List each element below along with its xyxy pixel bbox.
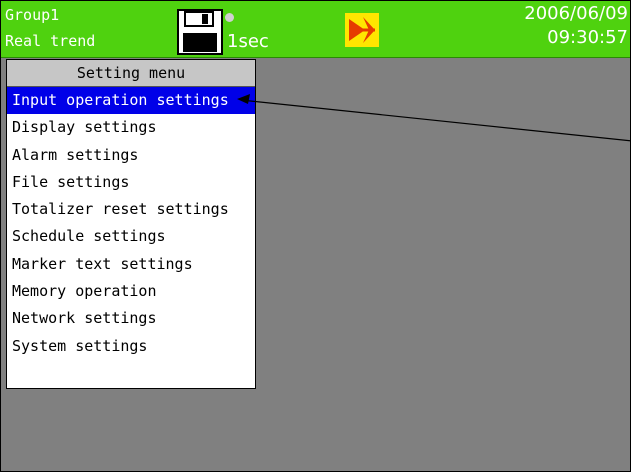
group-name: Group1	[5, 6, 60, 24]
menu-title: Setting menu	[7, 60, 255, 87]
screen-name: Real trend	[5, 32, 96, 50]
floppy-disk-icon	[177, 9, 223, 55]
menu-item-display-settings[interactable]: Display settings	[7, 114, 255, 141]
status-dot-icon	[225, 13, 234, 22]
status-bar: Group1 Real trend 1sec 2006/06/09 09:30:…	[1, 1, 630, 58]
menu-item-marker-text-settings[interactable]: Marker text settings	[7, 251, 255, 278]
sample-interval: 1sec	[227, 31, 269, 52]
menu-item-totalizer-reset-settings[interactable]: Totalizer reset settings	[7, 196, 255, 223]
setting-menu: Setting menu Input operation settings Di…	[6, 59, 256, 389]
menu-item-network-settings[interactable]: Network settings	[7, 305, 255, 332]
alarm-warning-icon[interactable]	[345, 13, 379, 47]
pointer-line	[240, 99, 630, 142]
menu-list: Input operation settings Display setting…	[7, 87, 255, 360]
menu-item-file-settings[interactable]: File settings	[7, 169, 255, 196]
menu-item-input-operation-settings[interactable]: Input operation settings	[7, 87, 255, 115]
time-display: 09:30:57	[547, 27, 628, 48]
menu-item-schedule-settings[interactable]: Schedule settings	[7, 223, 255, 250]
menu-item-alarm-settings[interactable]: Alarm settings	[7, 142, 255, 169]
recorder-screen: Group1 Real trend 1sec 2006/06/09 09:30:…	[0, 0, 631, 472]
date-display: 2006/06/09	[524, 3, 628, 24]
menu-item-system-settings[interactable]: System settings	[7, 333, 255, 360]
menu-item-memory-operation[interactable]: Memory operation	[7, 278, 255, 305]
